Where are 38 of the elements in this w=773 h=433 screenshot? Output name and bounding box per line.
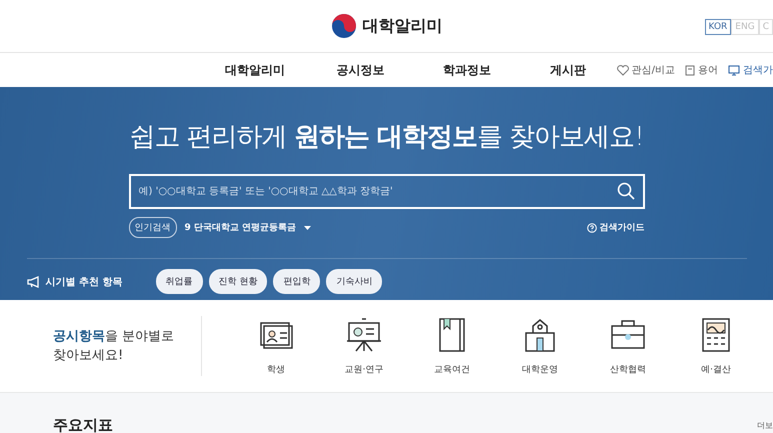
book-icon [685,64,695,76]
category-link[interactable]: 예·결산 [672,316,760,376]
more-link[interactable]: 더보 [757,420,773,431]
recommend-chip[interactable]: 취업률 [156,269,202,294]
popular-search-label: 인기검색 [128,217,176,238]
search-icon[interactable] [616,182,634,200]
nav-menu-item[interactable]: 게시판 [550,62,617,78]
search-guide-link[interactable]: 검색가이드 [586,221,644,234]
category-link[interactable]: 교육여건 [408,316,496,376]
megaphone-icon [26,276,40,288]
nav-menu-item[interactable]: 학과정보 [443,62,550,78]
site-logo-text: 대학알리미 [362,16,442,36]
section-title: 주요지표 [53,416,113,433]
help-icon [586,222,596,232]
faculty-category-icon [346,316,382,352]
nav-menu-item[interactable]: 공시정보 [336,62,444,78]
dropdown-caret-icon[interactable] [304,226,312,230]
taegeuk-logo-icon [330,13,356,39]
language-tab[interactable]: KOR [704,19,732,35]
category-link[interactable]: 교원·연구 [320,316,408,376]
utility-link[interactable]: 관심/비교 [616,63,675,77]
utility-link[interactable]: 검색가 [728,63,773,77]
category-link[interactable]: 산학협력 [584,316,672,376]
heart-icon [616,64,629,76]
search-field[interactable]: 예) '○○대학교 등록금' 또는 '○○대학교 △△학과 장학금' [128,174,644,209]
monitor-icon [728,64,740,76]
category-intro-text: 공시항목을 분야별로 [53,328,176,346]
category-link[interactable]: 학생 [232,316,320,376]
hero-headline: 쉽고 편리하게 원하는 대학정보를 찾아보세요! [129,121,644,154]
recommend-chip[interactable]: 편입학 [273,269,320,294]
nav-menu-item[interactable]: 대학알리미 [225,62,336,78]
recommend-chip[interactable]: 진학 현황 [208,269,268,294]
popular-search-item[interactable]: 9 단국대학교 연평균등록금 [184,221,296,234]
category-intro-text: 찾아보세요! [53,347,124,365]
recommend-label: 시기별 추천 항목 [46,276,124,288]
utility-link[interactable]: 용어 [685,63,718,77]
category-link[interactable]: 대학운영 [496,316,584,376]
recommend-chip[interactable]: 기숙사비 [326,269,382,294]
